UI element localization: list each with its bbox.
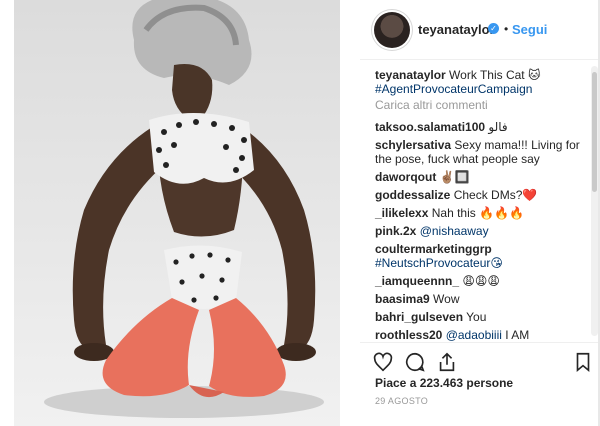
post-side-panel: teyanataylor ✓ • Segui teyanataylor Work… (360, 0, 600, 426)
comment-text: ✌🏽🔲 (439, 170, 470, 184)
comment-text: 😩😩😩 (462, 274, 500, 288)
comment-username[interactable]: bahri_gulseven (375, 310, 463, 324)
avatar[interactable] (374, 12, 410, 48)
header-separator: • (504, 22, 509, 36)
comment-item: taksoo.salamati100 فالو (375, 120, 587, 134)
comment-username[interactable]: roothless20 (375, 328, 442, 342)
likes-count[interactable]: Piace a 223.463 persone (375, 376, 513, 390)
comment-mention[interactable]: @nishaaway (420, 224, 489, 238)
scrollbar-thumb[interactable] (592, 72, 597, 192)
share-icon[interactable] (436, 351, 458, 373)
post-actions (360, 342, 600, 374)
post-date[interactable]: 29 AGOSTO (375, 396, 428, 406)
follow-button[interactable]: Segui (512, 22, 547, 37)
comment-text: You (466, 310, 487, 324)
bookmark-icon[interactable] (572, 351, 594, 373)
comment-item: roothless20 @adaobiiii I AM (375, 328, 587, 342)
comment-mention[interactable]: @adaobiiii (446, 328, 502, 342)
comment-item: schylersativa Sexy mama!!! Living for th… (375, 138, 587, 166)
comment-username[interactable]: daworqout (375, 170, 436, 184)
comment-username[interactable]: baasima9 (375, 292, 430, 306)
comments-scrollbar[interactable] (591, 66, 598, 336)
comment-item: goddessalize Check DMs?❤️ (375, 188, 587, 202)
header-username[interactable]: teyanataylor (418, 22, 495, 37)
post-photo[interactable] (14, 0, 340, 426)
caption-hashtag[interactable]: #AgentProvocateurCampaign (375, 82, 532, 96)
caption-text: Work This Cat 🐱 (449, 68, 541, 82)
comment-item: _ilikelexx Nah this 🔥🔥🔥 (375, 206, 587, 220)
comment-username[interactable]: taksoo.salamati100 (375, 120, 485, 134)
comment-username[interactable]: schylersativa (375, 138, 451, 152)
photo-illustration (44, 0, 324, 418)
comment-username[interactable]: _iamqueennn_ (375, 274, 459, 288)
caption: teyanataylor Work This Cat 🐱 #AgentProvo… (375, 68, 587, 96)
comment-hashtag[interactable]: #NeutschProvocateur😘 (375, 256, 503, 270)
comment-item: baasima9 Wow (375, 292, 587, 306)
comment-text: I AM (505, 328, 530, 342)
comment-item: pink.2x @nishaaway (375, 224, 587, 238)
caption-username[interactable]: teyanataylor (375, 68, 446, 82)
comment-item: _iamqueennn_ 😩😩😩 (375, 274, 587, 288)
comment-item: coultermarketinggrp #NeutschProvocateur😘 (375, 242, 587, 270)
comment-text: Check DMs?❤️ (453, 188, 538, 202)
comment-text: Nah this 🔥🔥🔥 (431, 206, 524, 220)
comments-list: teyanataylor Work This Cat 🐱 #AgentProvo… (360, 60, 596, 342)
post-header: teyanataylor ✓ • Segui (360, 0, 600, 60)
comment-text: فالو (488, 120, 508, 134)
comment-username[interactable]: coultermarketinggrp (375, 242, 492, 256)
comment-icon[interactable] (404, 351, 426, 373)
verified-badge-icon: ✓ (488, 23, 499, 34)
instagram-post: teyanataylor ✓ • Segui teyanataylor Work… (0, 0, 600, 426)
comment-item: bahri_gulseven You (375, 310, 587, 324)
heart-icon[interactable] (372, 351, 394, 373)
load-more-comments-link[interactable]: Carica altri commenti (375, 98, 488, 112)
comment-text: Wow (433, 292, 460, 306)
comment-item: daworqout ✌🏽🔲 (375, 170, 587, 184)
comment-username[interactable]: _ilikelexx (375, 206, 428, 220)
comment-username[interactable]: pink.2x (375, 224, 416, 238)
comment-username[interactable]: goddessalize (375, 188, 450, 202)
